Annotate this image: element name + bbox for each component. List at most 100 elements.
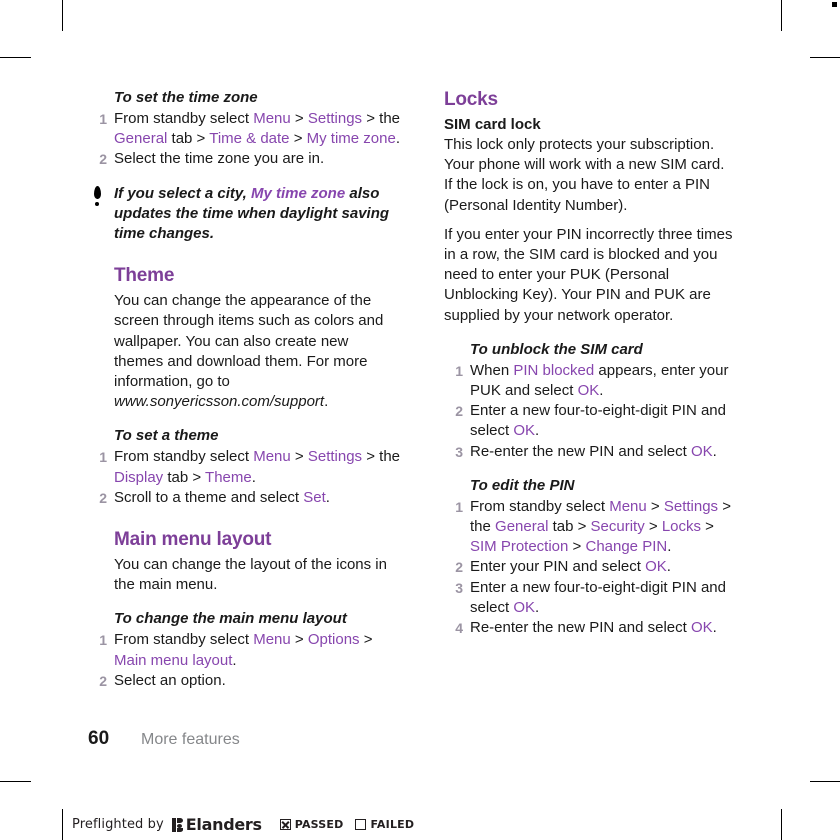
body-text: > the [362, 448, 401, 466]
steps-change-main-menu-layout: From standby select Menu > Options > Mai… [88, 630, 400, 691]
preflight-passed-checkbox[interactable]: PASSED [279, 818, 344, 831]
procedure-step: Enter a new four-to-eight-digit PIN and … [444, 578, 734, 618]
body-text: Enter a new four-to-eight-digit PIN and … [470, 578, 726, 616]
body-text: From standby select [114, 448, 254, 466]
body-text: tab > [167, 130, 210, 148]
page-number: 60 [88, 728, 110, 749]
preflight-failed-checkbox[interactable]: FAILED [355, 818, 414, 831]
procedure-heading-set-theme: To set a theme [114, 427, 219, 445]
subsection-heading-sim-card-lock: SIM card lock [444, 116, 541, 133]
elanders-logo: Elanders [171, 815, 262, 834]
procedure-heading-edit-pin: To edit the PIN [470, 476, 575, 494]
procedure-step: Enter your PIN and select OK. [444, 557, 734, 577]
body-text: Scroll to a theme and select [114, 488, 304, 506]
ui-term: Menu [253, 110, 291, 127]
body-text: . [599, 382, 604, 400]
ui-term: Theme [205, 468, 252, 486]
checkbox-unchecked-icon[interactable] [355, 819, 367, 830]
ui-term: Options [307, 631, 360, 649]
procedure-heading-unblock-sim-card: To unblock the SIM card [470, 340, 643, 358]
ui-term: SIM Protection [470, 538, 569, 556]
ui-term: My time zone [251, 184, 346, 202]
body-text: If you select a city, [114, 184, 251, 202]
locks-paragraph-2: If you enter your PIN incorrectly three … [444, 225, 733, 324]
preflight-passed-label: PASSED [294, 818, 344, 831]
steps-unblock-sim-card: When PIN blocked appears, enter your PUK… [444, 361, 734, 462]
page-footer: 60 More features [88, 728, 240, 750]
ui-term: Settings [307, 448, 363, 466]
ui-term: General [114, 130, 168, 148]
running-title: More features [141, 731, 240, 748]
body-text: > [359, 631, 373, 649]
body-text: From standby select [114, 110, 254, 127]
body-text: . [666, 558, 671, 576]
theme-body-text: You can change the appearance of the scr… [114, 292, 384, 391]
crop-mark-bottom-right-vertical [781, 809, 782, 840]
body-text: From standby select [114, 631, 254, 649]
steps-edit-pin: From standby select Menu > Settings > th… [444, 497, 734, 639]
procedure-step: From standby select Menu > Settings > th… [444, 497, 734, 558]
ui-term: Set [303, 488, 326, 506]
ui-term: Settings [307, 110, 363, 127]
ui-term: Security [590, 518, 645, 536]
body-text: > the [362, 110, 401, 127]
body-text: . [535, 598, 540, 616]
locks-paragraph-1: This lock only protects your subscriptio… [444, 136, 725, 214]
body-text: Enter a new four-to-eight-digit PIN and … [470, 402, 726, 440]
elanders-wordmark: Elanders [185, 815, 262, 834]
steps-set-theme: From standby select Menu > Settings > th… [88, 447, 400, 508]
body-text: > [644, 518, 662, 536]
right-column: Locks SIM card lock This lock only prote… [444, 88, 734, 638]
ui-term: Settings [663, 497, 719, 515]
preflight-bar: Preflighted by Elanders PASSED FAILED [62, 809, 414, 840]
body-text: . [232, 651, 237, 669]
ui-term: Display [114, 468, 164, 486]
section-body-theme: You can change the appearance of the scr… [114, 291, 400, 412]
procedure-heading-set-time-zone: To set the time zone [114, 89, 258, 106]
procedure-step: Scroll to a theme and select Set. [88, 488, 400, 508]
ui-term: PIN blocked [513, 361, 595, 379]
section-heading-locks: Locks [444, 89, 498, 110]
body-text: . [667, 538, 672, 556]
tip-note-time-zone: If you select a city, My time zone also … [88, 184, 400, 245]
procedure-step: Select an option. [88, 671, 400, 691]
section-heading-main-menu-layout: Main menu layout [114, 529, 272, 551]
body-text: . [395, 130, 401, 148]
body-text: tab > [163, 468, 206, 486]
section-body-main-menu-layout: You can change the layout of the icons i… [114, 556, 387, 594]
body-text: Select the time zone you are in. [114, 150, 325, 168]
ui-term: Time & date [209, 130, 290, 148]
procedure-step: From standby select Menu > Options > Mai… [88, 630, 400, 670]
crop-mark-bottom-left-horizontal [0, 781, 31, 782]
body-text: When [470, 361, 514, 379]
preflight-failed-label: FAILED [370, 818, 415, 831]
checkbox-checked-icon[interactable] [279, 819, 291, 830]
preflight-label: Preflighted by [72, 817, 164, 832]
procedure-step: When PIN blocked appears, enter your PUK… [444, 361, 734, 401]
ui-term: My time zone [306, 130, 396, 148]
theme-support-url: www.sonyericsson.com/support [114, 393, 325, 411]
ui-term: OK [513, 422, 536, 440]
left-column: To set the time zone From standby select… [88, 88, 400, 691]
elanders-mark-icon [171, 817, 183, 832]
theme-body-end: . [324, 393, 329, 411]
section-heading-theme: Theme [114, 265, 175, 287]
ui-term: General [495, 518, 549, 536]
exclamation-tip-icon [92, 185, 104, 208]
ui-term: Menu [609, 497, 647, 515]
ui-term: Main menu layout [114, 651, 233, 669]
procedure-step: From standby select Menu > Settings > th… [88, 447, 400, 487]
procedure-step: From standby select Menu > Settings > th… [88, 109, 400, 149]
body-text: > [290, 631, 308, 649]
crop-mark-bottom-right-horizontal [810, 781, 840, 782]
body-text: > [568, 538, 586, 556]
ui-term: Locks [661, 518, 702, 536]
body-text: Re-enter the new PIN and select [470, 619, 691, 637]
ui-term: OK [645, 558, 667, 576]
